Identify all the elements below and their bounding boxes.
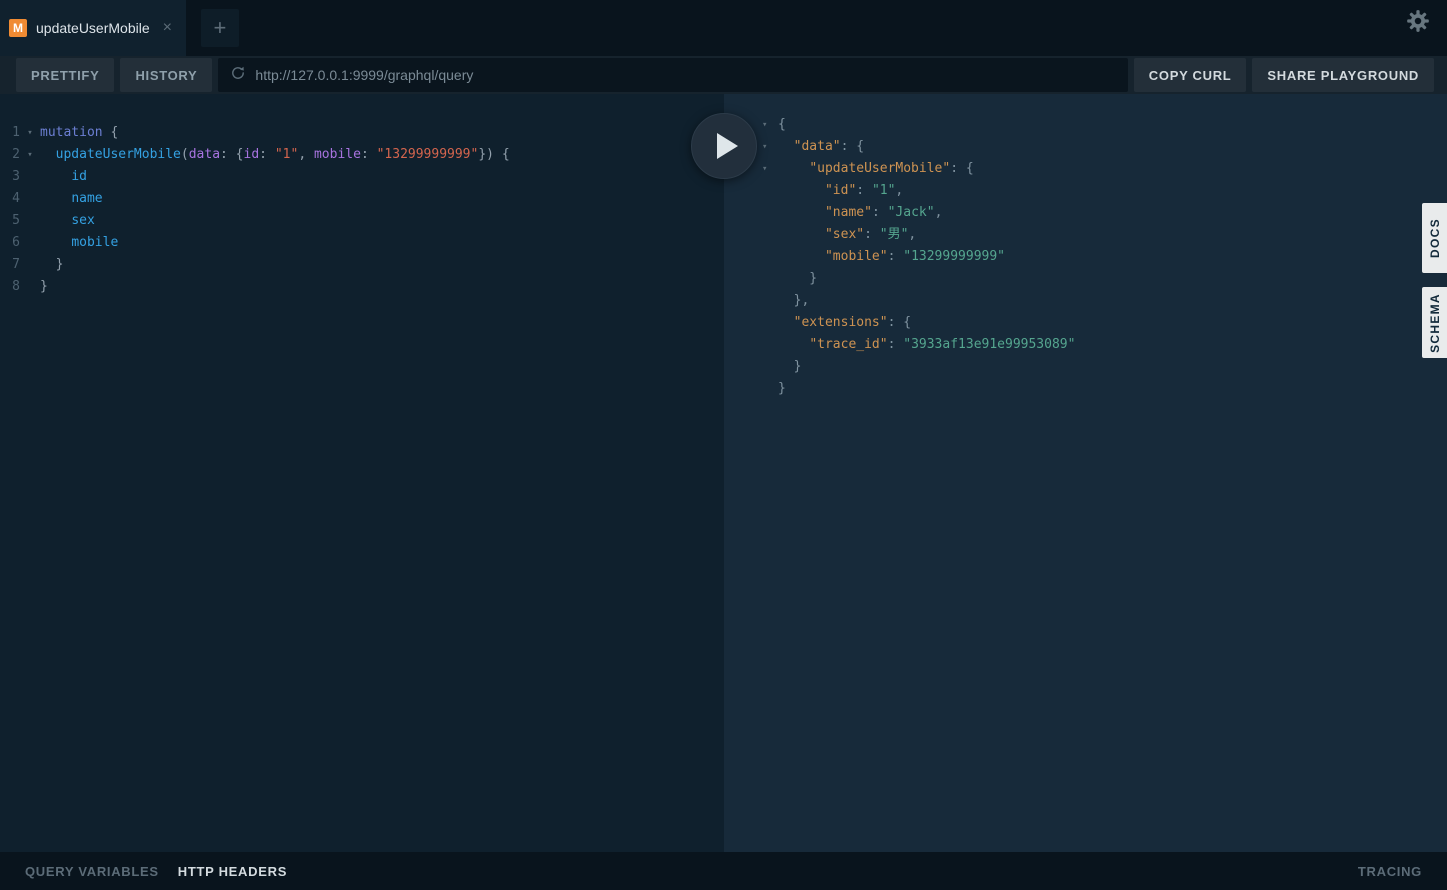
copy-curl-button[interactable]: COPY CURL bbox=[1133, 58, 1247, 92]
query-line: 1 ▾ mutation { bbox=[0, 122, 724, 144]
tabbar-spacer bbox=[239, 0, 1405, 56]
result-line: ▾ "updateUserMobile": { bbox=[762, 158, 1447, 180]
code-text: } bbox=[778, 271, 818, 286]
fold-arrow-icon[interactable]: ▾ bbox=[20, 122, 40, 144]
execute-query-button[interactable] bbox=[691, 113, 757, 179]
close-tab-icon[interactable]: × bbox=[163, 19, 172, 37]
fold-arrow-icon[interactable]: ▾ bbox=[762, 158, 778, 180]
code-text: id bbox=[71, 169, 87, 184]
query-line: 8} bbox=[0, 276, 724, 298]
line-number: 6 bbox=[12, 235, 20, 250]
tracing-tab[interactable]: TRACING bbox=[1358, 864, 1422, 879]
graphql-playground-window: M updateUserMobile × + PRETTIFY HISTORY bbox=[0, 0, 1447, 890]
prettify-button[interactable]: PRETTIFY bbox=[16, 58, 115, 92]
result-line: "trace_id": "3933af13e91e99953089" bbox=[762, 334, 1447, 356]
code-text: mutation { bbox=[40, 125, 119, 140]
code-text: "data": { bbox=[793, 139, 865, 154]
result-line: "extensions": { bbox=[762, 312, 1447, 334]
bottom-bar: QUERY VARIABLES HTTP HEADERS TRACING bbox=[0, 852, 1447, 890]
result-line: } bbox=[762, 356, 1447, 378]
result-line: ▾{ bbox=[762, 114, 1447, 136]
line-number: 5 bbox=[12, 213, 20, 228]
code-text: "extensions": { bbox=[793, 315, 912, 330]
fold-arrow-icon[interactable]: ▾ bbox=[20, 144, 40, 166]
settings-gear-icon[interactable] bbox=[1405, 8, 1431, 39]
line-number: 3 bbox=[12, 169, 20, 184]
main-area: 1 ▾ mutation {2 ▾ updateUserMobile(data: {i… bbox=[0, 94, 1447, 852]
code-text: updateUserMobile(data: {id: "1", mobile:… bbox=[55, 147, 510, 162]
query-line: 2 ▾ updateUserMobile(data: {id: "1", mobi… bbox=[0, 144, 724, 166]
docs-tab-label: DOCS bbox=[1427, 218, 1442, 258]
schema-tab[interactable]: SCHEMA bbox=[1422, 287, 1447, 358]
code-text: "updateUserMobile": { bbox=[809, 161, 974, 176]
line-number: 2 bbox=[12, 147, 20, 162]
result-line: "name": "Jack", bbox=[762, 202, 1447, 224]
query-line: 6 mobile bbox=[0, 232, 724, 254]
query-editor[interactable]: 1 ▾ mutation {2 ▾ updateUserMobile(data: {i… bbox=[0, 94, 724, 852]
query-line: 3 id bbox=[0, 166, 724, 188]
http-headers-tab[interactable]: HTTP HEADERS bbox=[178, 864, 287, 879]
code-text: "sex": "男", bbox=[824, 227, 917, 242]
query-line: 7 } bbox=[0, 254, 724, 276]
code-text: sex bbox=[71, 213, 95, 228]
mutation-badge: M bbox=[9, 19, 27, 37]
result-line: }, bbox=[762, 290, 1447, 312]
query-variables-tab[interactable]: QUERY VARIABLES bbox=[25, 864, 159, 879]
result-line: "sex": "男", bbox=[762, 224, 1447, 246]
query-line: 4 name bbox=[0, 188, 724, 210]
code-text: } bbox=[40, 257, 64, 272]
fold-arrow-icon[interactable]: ▾ bbox=[762, 136, 778, 158]
result-line: } bbox=[762, 378, 1447, 400]
code-text: } bbox=[778, 381, 786, 396]
line-number: 4 bbox=[12, 191, 20, 206]
history-button[interactable]: HISTORY bbox=[120, 58, 213, 92]
docs-tab[interactable]: DOCS bbox=[1422, 203, 1447, 273]
play-icon bbox=[717, 133, 738, 159]
result-line: ▾ "data": { bbox=[762, 136, 1447, 158]
code-text: }, bbox=[778, 293, 810, 308]
result-line: "id": "1", bbox=[762, 180, 1447, 202]
code-text: "mobile": "13299999999" bbox=[824, 249, 1005, 264]
code-text: name bbox=[71, 191, 103, 206]
code-text: } bbox=[40, 279, 48, 294]
code-text: { bbox=[778, 117, 786, 132]
code-text: } bbox=[778, 359, 802, 374]
new-tab-button[interactable]: + bbox=[200, 9, 239, 47]
line-number: 1 bbox=[12, 125, 20, 140]
tab-update-user-mobile[interactable]: M updateUserMobile × bbox=[0, 0, 186, 56]
tab-title: updateUserMobile bbox=[36, 20, 150, 36]
plus-icon: + bbox=[213, 15, 227, 40]
line-number: 7 bbox=[12, 257, 20, 272]
toolbar: PRETTIFY HISTORY COPY CURL SHARE PLAYGRO… bbox=[0, 56, 1447, 94]
endpoint-url-input[interactable] bbox=[255, 67, 1116, 83]
schema-tab-label: SCHEMA bbox=[1427, 292, 1442, 353]
fold-arrow-icon[interactable]: ▾ bbox=[762, 114, 778, 136]
result-line: "mobile": "13299999999" bbox=[762, 246, 1447, 268]
query-line: 5 sex bbox=[0, 210, 724, 232]
line-number: 8 bbox=[12, 279, 20, 294]
endpoint-url-box bbox=[218, 58, 1128, 92]
reload-icon[interactable] bbox=[230, 65, 246, 86]
code-text: "trace_id": "3933af13e91e99953089" bbox=[809, 337, 1076, 352]
tab-bar: M updateUserMobile × + bbox=[0, 0, 1447, 56]
code-text: "name": "Jack", bbox=[824, 205, 943, 220]
result-line: } bbox=[762, 268, 1447, 290]
share-playground-button[interactable]: SHARE PLAYGROUND bbox=[1252, 58, 1434, 92]
response-viewer: ▾{▾ "data": {▾ "updateUserMobile": { "id… bbox=[724, 94, 1447, 852]
code-text: "id": "1", bbox=[824, 183, 904, 198]
code-text: mobile bbox=[71, 235, 119, 250]
